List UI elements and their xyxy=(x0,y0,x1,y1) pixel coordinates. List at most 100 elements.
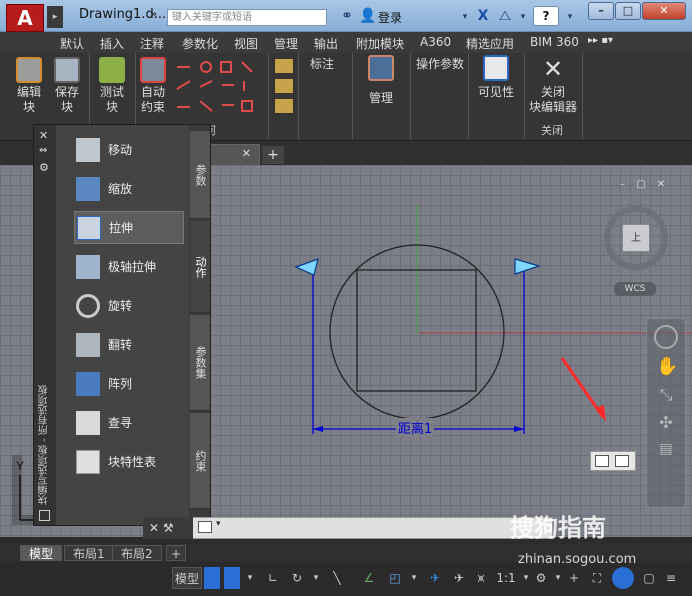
tool-flip[interactable]: 翻转 xyxy=(74,329,184,362)
object-snap-tracking-icon[interactable]: ∠ xyxy=(358,567,380,589)
tab-annotate[interactable]: 注释 xyxy=(140,35,164,52)
file-tab[interactable]: ✕ xyxy=(210,144,260,165)
tab-bim360[interactable]: BIM 360 xyxy=(530,35,579,49)
parameter-grip-right[interactable] xyxy=(514,258,542,275)
binoculars-icon[interactable]: ⚭ xyxy=(337,8,357,24)
chevron-down-icon[interactable]: ▾ xyxy=(310,567,322,589)
command-line-controls[interactable]: ✕ ⚒ xyxy=(143,517,193,539)
close-button[interactable]: ✕ xyxy=(642,2,686,20)
chevron-down-icon[interactable]: ▾ xyxy=(552,567,564,589)
auto-constrain-button[interactable]: 自动 约束 xyxy=(137,57,169,115)
hardware-acceleration-icon[interactable]: ⛶ xyxy=(586,567,608,589)
plus-icon[interactable]: + xyxy=(564,567,584,589)
showmotion-icon[interactable]: ▤ xyxy=(656,441,676,461)
tab-parameter-sets[interactable]: 参数集 xyxy=(190,315,210,411)
grid-icon[interactable] xyxy=(204,567,220,589)
tool-lookup[interactable]: 查寻 xyxy=(74,407,184,440)
zoom-icon[interactable]: ⤡ xyxy=(656,385,676,405)
tab-parameters[interactable]: 参数 xyxy=(190,131,210,219)
customization-icon[interactable]: ≡ xyxy=(660,567,682,589)
tab-parametric[interactable]: 参数化 xyxy=(182,35,218,52)
minimize-button[interactable]: – xyxy=(588,2,614,20)
chevron-down-icon[interactable]: ▾ xyxy=(408,567,420,589)
tab-layout1[interactable]: 布局1 xyxy=(64,545,114,561)
tool-rotate[interactable]: 旋转 xyxy=(74,290,184,323)
tab-insert[interactable]: 插入 xyxy=(100,35,124,52)
stretch-action-icon[interactable] xyxy=(615,455,629,467)
application-menu-button[interactable]: A xyxy=(6,4,44,32)
tab-manage[interactable]: 管理 xyxy=(274,35,298,52)
tab-view[interactable]: 视图 xyxy=(234,35,258,52)
user-icon[interactable]: 👤 xyxy=(358,8,378,24)
tool-block-table[interactable]: 块特性表 xyxy=(74,446,184,479)
annotation-visibility-icon[interactable]: ✈ xyxy=(424,567,446,589)
geometric-constraints-grid[interactable] xyxy=(172,57,262,117)
close-block-editor-button[interactable]: ✕ 关闭 块编辑器 xyxy=(528,57,578,115)
chevron-down-icon[interactable]: ▾ xyxy=(560,12,580,22)
chevron-down-icon[interactable]: ▾ xyxy=(455,12,475,22)
stretch-action-icon[interactable] xyxy=(595,455,609,467)
object-snap-icon[interactable]: ◰ xyxy=(384,567,406,589)
tool-scale[interactable]: 缩放 xyxy=(74,173,184,206)
exchange-icon[interactable]: X xyxy=(473,8,493,24)
pan-icon[interactable]: ✋ xyxy=(656,357,678,377)
search-input[interactable]: 键入关键字或短语 xyxy=(167,9,327,26)
manage-button[interactable]: 管理 xyxy=(360,55,402,106)
tab-featured-apps[interactable]: 精选应用 xyxy=(466,35,514,52)
new-tab-button[interactable]: + xyxy=(262,146,284,164)
command-prompt-icon[interactable] xyxy=(198,521,212,533)
viewcube-top-face[interactable]: 上 xyxy=(622,224,650,252)
isolate-objects-icon[interactable] xyxy=(612,567,634,589)
annotation-scale-icon[interactable]: ⩙ xyxy=(470,567,492,589)
more-tabs-icon[interactable]: ▸▸ ▪▾ xyxy=(588,35,613,46)
tab-model[interactable]: 模型 xyxy=(20,545,63,561)
tab-a360[interactable]: A360 xyxy=(420,35,451,49)
login-button[interactable]: 登录 xyxy=(378,9,402,26)
tool-stretch[interactable]: 拉伸 xyxy=(74,211,184,244)
gear-icon[interactable]: ⚙ xyxy=(530,567,552,589)
action-params-button[interactable]: 操作参数 xyxy=(414,57,466,72)
properties-icon[interactable] xyxy=(39,510,50,521)
orbit-icon[interactable]: ✣ xyxy=(656,413,676,433)
command-line[interactable]: ✕ ⚒ ▾ xyxy=(143,517,553,539)
visibility-button[interactable]: 可见性 xyxy=(474,55,518,100)
wcs-menu[interactable]: WCS xyxy=(614,282,656,296)
grip-actions-box[interactable] xyxy=(590,451,636,471)
gear-icon[interactable]: ⚙ xyxy=(39,161,49,174)
tab-layout2[interactable]: 布局2 xyxy=(112,545,162,561)
tool-array[interactable]: 阵列 xyxy=(74,368,184,401)
tab-addons[interactable]: 附加模块 xyxy=(356,35,404,52)
close-icon[interactable]: ✕ xyxy=(39,129,48,142)
viewport-controls[interactable]: – ▢ ✕ xyxy=(620,179,669,190)
model-space-button[interactable]: 模型 xyxy=(172,567,202,589)
help-button[interactable]: ? xyxy=(533,6,559,26)
tool-move[interactable]: 移动 xyxy=(74,134,184,167)
save-block-button[interactable]: 保存 块 xyxy=(49,57,85,115)
a360-icon[interactable]: ⧍ xyxy=(495,8,515,24)
auto-hide-icon[interactable]: ⇔ xyxy=(39,145,47,156)
tab-constraints[interactable]: 约束 xyxy=(190,413,210,509)
steering-wheel-icon[interactable] xyxy=(654,325,678,349)
ortho-icon[interactable]: ∟ xyxy=(262,567,284,589)
dimension-label[interactable]: 距离1 xyxy=(396,418,435,437)
close-icon[interactable]: ✕ xyxy=(242,147,251,160)
snap-icon[interactable] xyxy=(224,567,240,589)
new-layout-button[interactable]: + xyxy=(166,545,187,561)
chevron-down-icon[interactable]: ▾ xyxy=(216,519,221,529)
viewcube[interactable]: 上 xyxy=(604,206,668,270)
tool-polar-stretch[interactable]: 极轴拉伸 xyxy=(74,251,184,284)
chevron-double-right-icon[interactable]: » xyxy=(151,9,157,20)
tab-default[interactable]: 默认 xyxy=(60,35,84,52)
edit-block-button[interactable]: 编辑 块 xyxy=(10,57,48,115)
annotation-icons[interactable] xyxy=(272,57,296,117)
annotation-autoscale-icon[interactable]: ✈ xyxy=(448,567,470,589)
test-block-button[interactable]: 测试 块 xyxy=(92,57,132,115)
parameter-grip-left[interactable] xyxy=(294,258,319,276)
tab-actions[interactable]: 动作 xyxy=(190,221,210,313)
annotation-scale-value[interactable]: 1:1 xyxy=(492,567,520,589)
clean-screen-icon[interactable]: ▢ xyxy=(638,567,660,589)
chevron-down-icon[interactable]: ▾ xyxy=(513,12,533,22)
quick-access-toolbar-dropdown[interactable]: ▸ xyxy=(47,6,63,28)
tab-output[interactable]: 输出 xyxy=(314,35,338,52)
chevron-down-icon[interactable]: ▾ xyxy=(244,567,256,589)
